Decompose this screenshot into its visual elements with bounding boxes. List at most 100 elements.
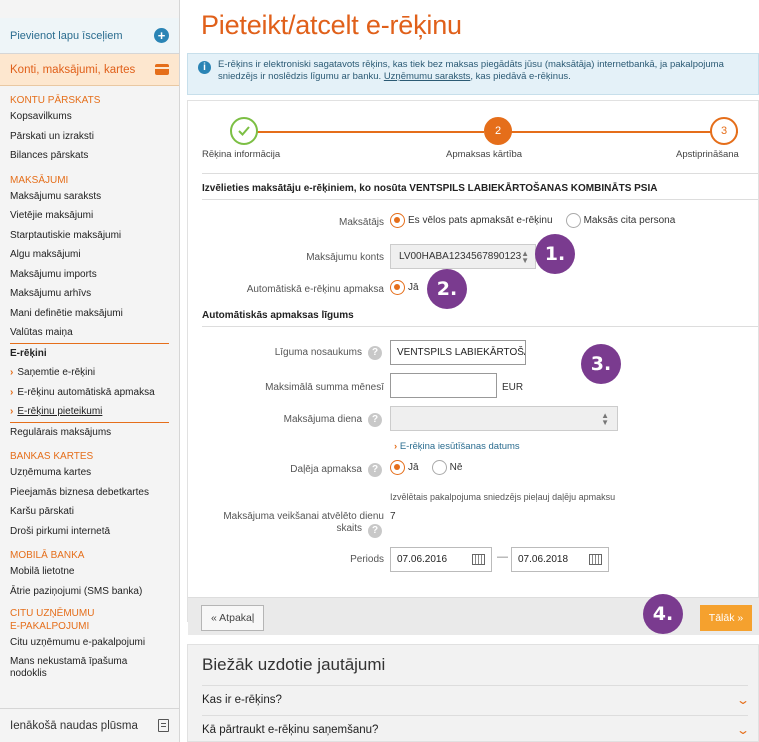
section-title-line: CITU UZŅĒMUMU xyxy=(10,608,95,619)
step-3-circle: 3 xyxy=(710,117,738,145)
calendar-icon[interactable] xyxy=(589,554,602,565)
issue-date-link[interactable]: › E-rēķina iesūtīšanas datums xyxy=(394,441,520,452)
sidebar-item-einvoices[interactable]: E-rēķini xyxy=(0,344,179,364)
sidebar-item-label[interactable]: E-rēķinu automātiskā apmaksa xyxy=(17,387,154,398)
cashflow-bar[interactable]: Ienākošā naudas plūsma xyxy=(0,708,179,742)
add-shortcut-label[interactable]: Pievienot lapu īsceļiem xyxy=(10,30,123,42)
help-icon[interactable]: ? xyxy=(368,413,382,427)
sidebar-item-currency-exchange[interactable]: Valūtas maiņa xyxy=(0,323,179,343)
partial-no-radio[interactable] xyxy=(431,460,447,475)
step-2-label: Apmaksas kārtība xyxy=(446,149,523,160)
sidebar-item-mobile-app[interactable]: Mobilā lietotne xyxy=(0,562,179,582)
sidebar-item-international-payments[interactable]: Starptautiskie maksājumi xyxy=(0,226,179,246)
help-icon[interactable]: ? xyxy=(368,524,382,538)
add-shortcut-row[interactable]: Pievienot lapu īsceļiem + xyxy=(0,18,179,54)
period-from-input[interactable]: 07.06.2016 xyxy=(390,547,492,572)
step-badge-2: 2. xyxy=(427,269,467,309)
sidebar-item-label[interactable]: Saņemtie e-rēķini xyxy=(17,367,95,378)
faq-item[interactable]: Kā pārtraukt e-rēķinu saņemšanu? ⌄ xyxy=(202,715,750,742)
accounts-menu-header[interactable]: Konti, maksājumi, kartes xyxy=(0,54,179,86)
chevron-down-icon[interactable]: ⌄ xyxy=(736,723,750,737)
account-value: LV00HABA1234567890123 xyxy=(399,251,522,262)
next-button[interactable]: Tālāk » xyxy=(700,605,752,631)
accounts-menu-label[interactable]: Konti, maksājumi, kartes xyxy=(10,64,135,76)
period-to-input[interactable]: 07.06.2018 xyxy=(511,547,609,572)
cashflow-label[interactable]: Ienākošā naudas plūsma xyxy=(10,720,138,732)
chevron-right-icon: › xyxy=(394,441,398,452)
sidebar-item-payment-list[interactable]: Maksājumu saraksts xyxy=(0,187,179,207)
step-connector xyxy=(244,131,484,133)
help-icon[interactable]: ? xyxy=(368,346,382,360)
contract-heading: Automātiskās apmaksas līgums xyxy=(202,310,354,321)
faq-question[interactable]: Kas ir e-rēķins? xyxy=(202,694,282,706)
back-button[interactable]: « Atpakaļ xyxy=(201,605,265,631)
help-icon[interactable]: ? xyxy=(368,463,382,477)
currency-label: EUR xyxy=(502,382,524,393)
sidebar-item-other-eservices[interactable]: Citu uzņēmumu e-pakalpojumi xyxy=(0,633,179,653)
sidebar-item-company-cards[interactable]: Uzņēmuma kartes xyxy=(0,463,179,483)
account-select[interactable]: LV00HABA1234567890123 ▲ ▼ xyxy=(390,244,536,269)
sidebar-item-einvoice-autopay[interactable]: E-rēķinu automātiskā apmaksa xyxy=(0,383,179,403)
form-footer: « Atpakaļ 4. Tālāk » xyxy=(188,594,759,635)
sidebar-item-payment-archive[interactable]: Maksājumu arhīvs xyxy=(0,284,179,304)
info-box: i E-rēķins ir elektroniski sagatavots rē… xyxy=(187,53,759,95)
sidebar-section-title: MOBILĀ BANKA xyxy=(10,550,85,561)
step-1-check-icon xyxy=(230,117,258,145)
progress-steps: 2 3 xyxy=(216,117,738,147)
sidebar-item-statements[interactable]: Pārskati un izraksti xyxy=(0,127,179,147)
sidebar-item-balance[interactable]: Bilances pārskats xyxy=(0,146,179,166)
autopay-yes-radio[interactable] xyxy=(390,280,405,295)
companies-list-link[interactable]: Uzņēmumu saraksts xyxy=(384,71,471,82)
contract-name-label: Līguma nosaukums xyxy=(274,347,362,358)
issue-date-link-label[interactable]: E-rēķina iesūtīšanas datums xyxy=(400,441,520,452)
period-dash: — xyxy=(497,551,508,563)
days-label-line: Maksājuma veikšanai atvēlēto dienu xyxy=(223,511,384,522)
partial-note: Izvēlētais pakalpojuma sniedzējs pieļauj… xyxy=(390,492,616,502)
payer-other-radio[interactable] xyxy=(565,213,581,228)
payer-other-label[interactable]: Maksās cita persona xyxy=(584,215,676,226)
sidebar-item-safe-purchases[interactable]: Droši pirkumi internetā xyxy=(0,522,179,542)
payer-self-label[interactable]: Es vēlos pats apmaksāt e-rēķinu xyxy=(408,215,553,226)
sidebar-section-title: BANKAS KARTES xyxy=(10,451,94,462)
step-1-label: Rēķina informācija xyxy=(202,149,281,160)
sidebar-item-payment-import[interactable]: Maksājumu imports xyxy=(0,265,179,285)
sidebar-item-einvoice-applications[interactable]: E-rēķinu pieteikumi xyxy=(0,402,179,422)
faq-item[interactable]: Kas ir e-rēķins? ⌄ xyxy=(202,685,750,713)
account-label: Maksājumu konts xyxy=(306,252,384,263)
autopay-yes-label[interactable]: Jā xyxy=(408,282,419,293)
sidebar: Pievienot lapu īsceļiem + Konti, maksāju… xyxy=(0,0,180,742)
select-arrows-icon: ▲ ▼ xyxy=(601,410,609,427)
chevron-down-icon[interactable]: ⌄ xyxy=(736,693,750,707)
sidebar-item-card-reports[interactable]: Karšu pārskati xyxy=(0,502,179,522)
sidebar-item-sms-bank[interactable]: Ātrie paziņojumi (SMS banka) xyxy=(0,582,179,602)
faq-title: Biežāk uzdotie jautājumi xyxy=(202,655,386,674)
sidebar-item-summary[interactable]: Kopsavilkums xyxy=(0,107,179,127)
sidebar-item-regular-payment[interactable]: Regulārais maksājums xyxy=(0,423,179,443)
sidebar-item-received-einvoices[interactable]: Saņemtie e-rēķini xyxy=(0,363,179,383)
sidebar-item-domestic-payments[interactable]: Vietējie maksājumi xyxy=(0,206,179,226)
plus-icon[interactable]: + xyxy=(154,28,169,43)
partial-yes-radio[interactable] xyxy=(390,460,405,475)
partial-no-label[interactable]: Nē xyxy=(450,462,463,473)
step-3-label: Apstiprināšana xyxy=(676,149,739,160)
sidebar-item-defined-payments[interactable]: Mani definētie maksājumi xyxy=(0,304,179,324)
sidebar-item-debit-cards[interactable]: Pieejamās biznesa debetkartes xyxy=(0,483,179,503)
payment-day-select[interactable]: ▲ ▼ xyxy=(390,406,618,431)
faq-question[interactable]: Kā pārtraukt e-rēķinu saņemšanu? xyxy=(202,724,378,736)
payer-self-radio[interactable] xyxy=(390,213,405,228)
sidebar-item-label[interactable]: E-rēķinu pieteikumi xyxy=(17,406,102,417)
sidebar-section-title: KONTU PĀRSKATS xyxy=(10,95,101,106)
period-label: Periods xyxy=(350,554,384,565)
contract-name-input[interactable]: VENTSPILS LABIEKĀRTOŠAN xyxy=(390,340,526,365)
max-amount-input[interactable] xyxy=(390,373,497,398)
divider xyxy=(202,326,758,327)
calendar-icon[interactable] xyxy=(472,554,485,565)
step-badge-4: 4. xyxy=(643,594,683,634)
sidebar-item-property-tax[interactable]: Mans nekustamā īpašuma nodoklis xyxy=(0,653,179,680)
max-amount-label: Maksimālā summa mēnesī xyxy=(265,382,384,393)
period-to-value: 07.06.2018 xyxy=(518,554,569,565)
sidebar-item-salary-payments[interactable]: Algu maksājumi xyxy=(0,245,179,265)
partial-yes-label[interactable]: Jā xyxy=(408,462,419,473)
info-tail: , kas piedāvā e-rēķinus. xyxy=(470,71,571,82)
section-title-line: E-PAKALPOJUMI xyxy=(10,621,90,632)
